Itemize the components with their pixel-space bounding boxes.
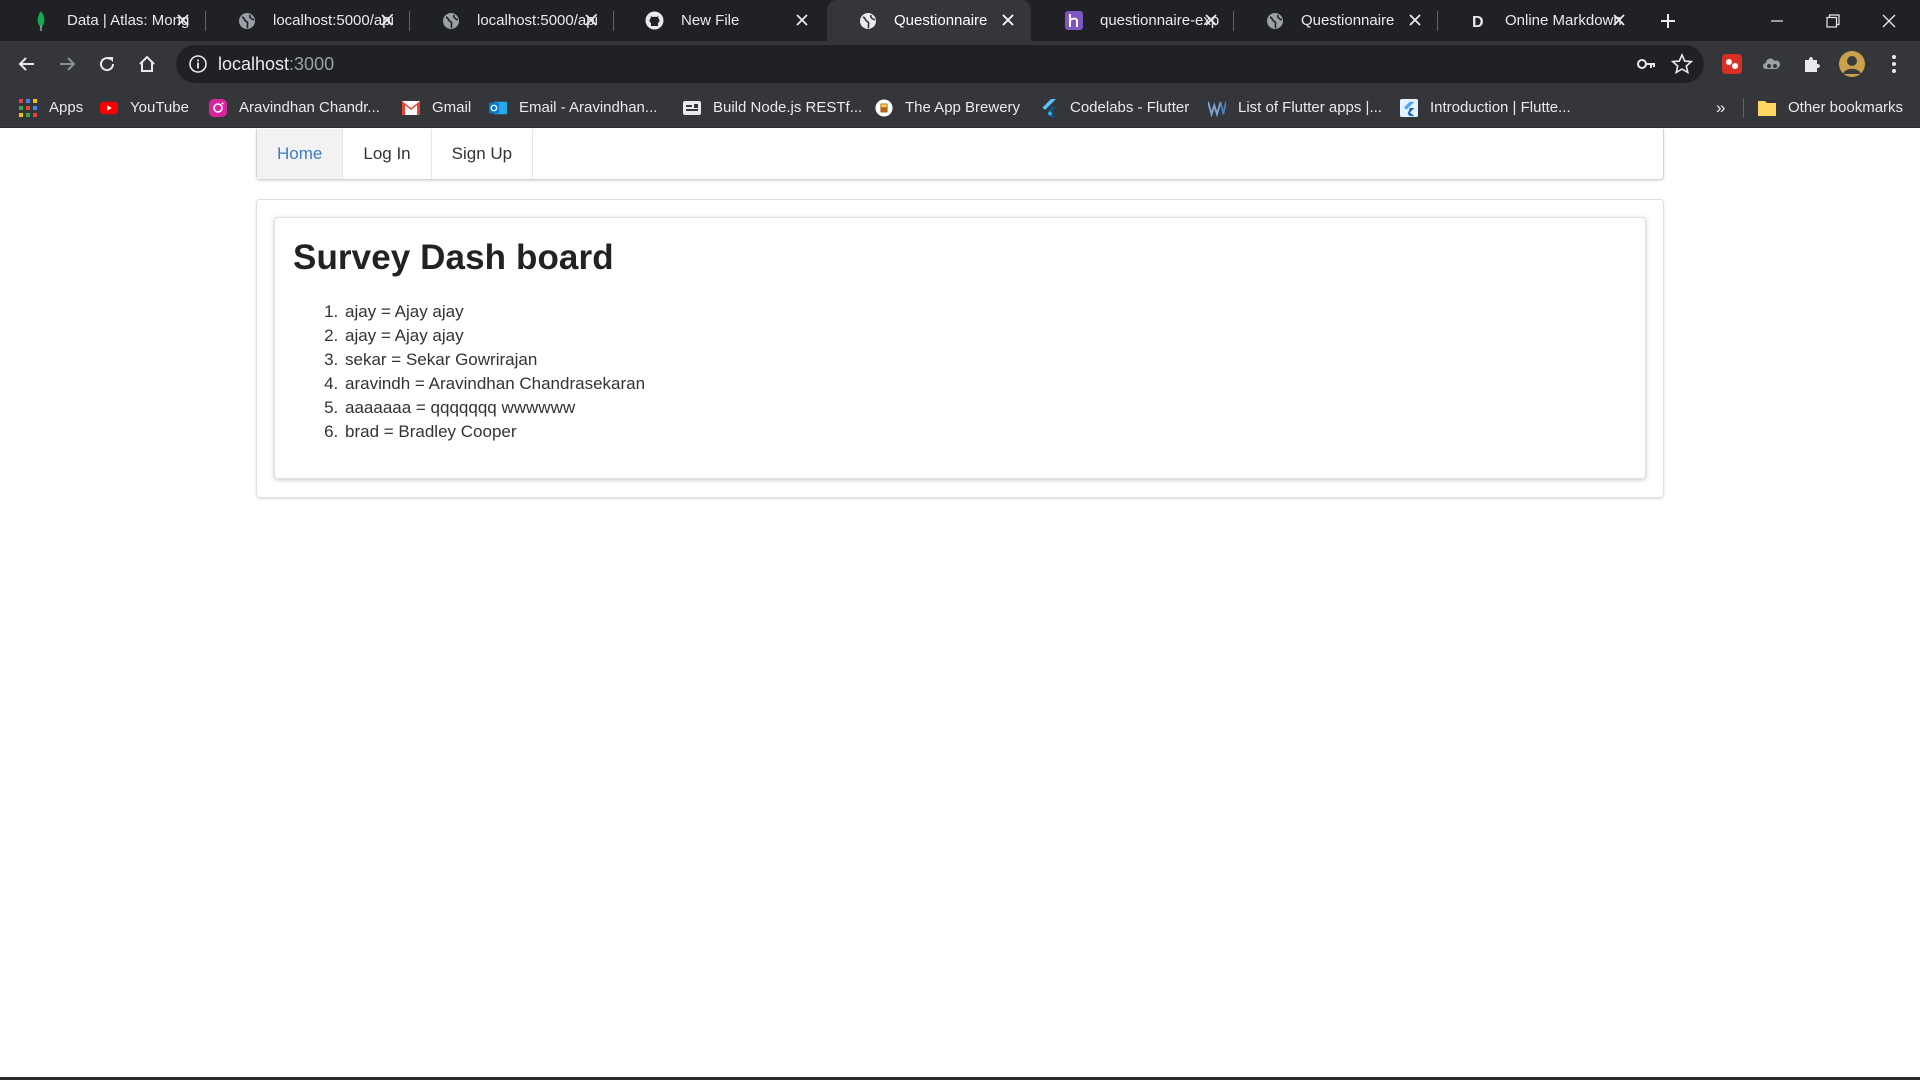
gmail-icon (402, 99, 420, 117)
url-text[interactable]: localhost:3000 (218, 54, 334, 75)
dillinger-icon: D (1469, 11, 1488, 30)
bookmark-codelabs-flutter[interactable]: Codelabs - Flutter (1040, 87, 1189, 128)
list-item: aravindh = Aravindhan Chandrasekaran (343, 372, 645, 396)
dashboard-segment: Survey Dash board ajay = Ajay ajay ajay … (256, 199, 1664, 498)
nav-item-login[interactable]: Log In (343, 129, 432, 179)
svg-text:D: D (1472, 14, 1484, 30)
bookmark-gmail[interactable]: Gmail (402, 87, 471, 128)
bookmark-outlook[interactable]: Email - Aravindhan... (489, 87, 657, 128)
bookmark-label: Introduction | Flutte... (1430, 99, 1571, 116)
survey-list: ajay = Ajay ajay ajay = Ajay ajay sekar … (343, 300, 645, 444)
bookmark-label: Codelabs - Flutter (1070, 99, 1190, 116)
bookmark-youtube[interactable]: YouTube (100, 87, 189, 128)
extension-red-icon[interactable] (1718, 50, 1746, 78)
browser-toolbar: localhost:3000 (0, 41, 1920, 87)
bookmark-page-icon (683, 99, 701, 117)
heroku-icon (1064, 11, 1083, 30)
browser-tab[interactable]: localhost:5000/api (410, 0, 614, 41)
menu-kebab-icon[interactable] (1880, 50, 1908, 78)
bookmark-label: Gmail (432, 99, 472, 116)
top-nav-menu: Home Log In Sign Up (256, 129, 1664, 180)
apps-grid-icon (19, 98, 37, 117)
instagram-icon (209, 98, 227, 117)
mongodb-leaf-icon (31, 10, 50, 31)
browser-tab[interactable]: D Online Markdown (1438, 0, 1642, 41)
bookmark-label: Build Node.js RESTf... (713, 99, 863, 116)
flutter-docs-icon (1400, 98, 1418, 117)
reload-icon[interactable] (92, 49, 122, 79)
close-icon[interactable] (1405, 10, 1425, 30)
close-icon[interactable] (792, 10, 812, 30)
bookmarks-overflow-button[interactable]: » (1716, 87, 1725, 128)
list-item: aaaaaaa = qqqqqqq wwwwww (343, 396, 645, 420)
browser-tab[interactable]: New File (614, 0, 825, 41)
overflow-chevron-icon: » (1716, 97, 1726, 117)
bookmarks-divider (1743, 98, 1744, 118)
address-bar[interactable]: localhost:3000 (176, 45, 1704, 83)
bookmark-flutter-apps-list[interactable]: List of Flutter apps |... (1208, 87, 1382, 128)
bookmark-label: YouTube (130, 99, 189, 116)
page-viewport: Home Log In Sign Up Survey Dash board aj… (0, 128, 1920, 1080)
list-item: ajay = Ajay ajay (343, 300, 645, 324)
list-item: ajay = Ajay ajay (343, 324, 645, 348)
dashboard-card: Survey Dash board ajay = Ajay ajay ajay … (274, 217, 1646, 479)
home-icon[interactable] (132, 49, 162, 79)
back-arrow-icon[interactable] (12, 49, 42, 79)
close-icon[interactable] (998, 10, 1018, 30)
browser-tab[interactable]: Data | Atlas: Mong (0, 0, 206, 41)
url-port: :3000 (289, 54, 335, 74)
bookmark-apps[interactable]: Apps (19, 87, 83, 128)
globe-icon (858, 11, 877, 30)
bookmark-label: Apps (49, 99, 84, 116)
close-icon[interactable] (1201, 10, 1221, 30)
close-icon[interactable] (173, 10, 193, 30)
globe-icon (441, 11, 460, 30)
browser-tab-active[interactable]: Questionnaire (827, 0, 1031, 41)
bookmark-label: The App Brewery (905, 99, 1021, 116)
key-icon[interactable] (1636, 54, 1656, 79)
profile-avatar[interactable] (1838, 50, 1866, 78)
url-host: localhost (218, 54, 290, 74)
list-item: sekar = Sekar Gowrirajan (343, 348, 645, 372)
app-brewery-icon (875, 98, 893, 117)
youtube-icon (100, 99, 118, 117)
bookmark-flutter-intro[interactable]: Introduction | Flutte... (1400, 87, 1571, 128)
page-title: Survey Dash board (293, 238, 614, 277)
bookmark-label: Other bookmarks (1788, 99, 1904, 116)
globe-icon (1265, 11, 1284, 30)
browser-tab[interactable]: questionnaire-exp (1033, 0, 1234, 41)
bookmarks-bar: Apps YouTube Aravindhan Chandr... Gmail … (0, 87, 1920, 128)
globe-icon (237, 11, 256, 30)
bookmark-label: Aravindhan Chandr... (239, 99, 380, 116)
extensions-puzzle-icon[interactable] (1798, 50, 1826, 78)
close-icon[interactable] (377, 10, 397, 30)
list-item: brad = Bradley Cooper (343, 420, 645, 444)
bookmark-label: Email - Aravindhan... (519, 99, 658, 116)
github-icon (645, 11, 664, 30)
browser-tab[interactable]: localhost:5000/api (206, 0, 410, 41)
tab-strip: Data | Atlas: Mong localhost:5000/api lo… (0, 0, 1920, 41)
bookmark-instagram[interactable]: Aravindhan Chandr... (209, 87, 380, 128)
forward-arrow-icon[interactable] (52, 49, 82, 79)
wiki-icon (1208, 99, 1226, 117)
bookmark-label: List of Flutter apps |... (1238, 99, 1382, 116)
extension-cloud-icon[interactable] (1758, 50, 1786, 78)
browser-tab[interactable]: Questionnaire (1234, 0, 1438, 41)
close-icon[interactable] (581, 10, 601, 30)
restore-icon[interactable] (1810, 0, 1856, 41)
bookmark-app-brewery[interactable]: The App Brewery (875, 87, 1020, 128)
nav-item-home[interactable]: Home (257, 129, 344, 179)
window-close-icon[interactable] (1866, 0, 1912, 41)
bookmark-nodejs[interactable]: Build Node.js RESTf... (683, 87, 862, 128)
other-bookmarks-folder[interactable]: Other bookmarks (1758, 87, 1903, 128)
nav-item-signup[interactable]: Sign Up (432, 129, 534, 179)
outlook-icon (489, 99, 507, 117)
minimize-icon[interactable] (1754, 0, 1800, 41)
info-icon[interactable] (188, 54, 208, 74)
close-icon[interactable] (1609, 10, 1629, 30)
folder-icon (1758, 99, 1776, 117)
flutter-icon (1040, 98, 1058, 117)
new-tab-plus-icon[interactable] (1654, 7, 1682, 35)
star-bookmark-icon[interactable] (1670, 53, 1694, 80)
